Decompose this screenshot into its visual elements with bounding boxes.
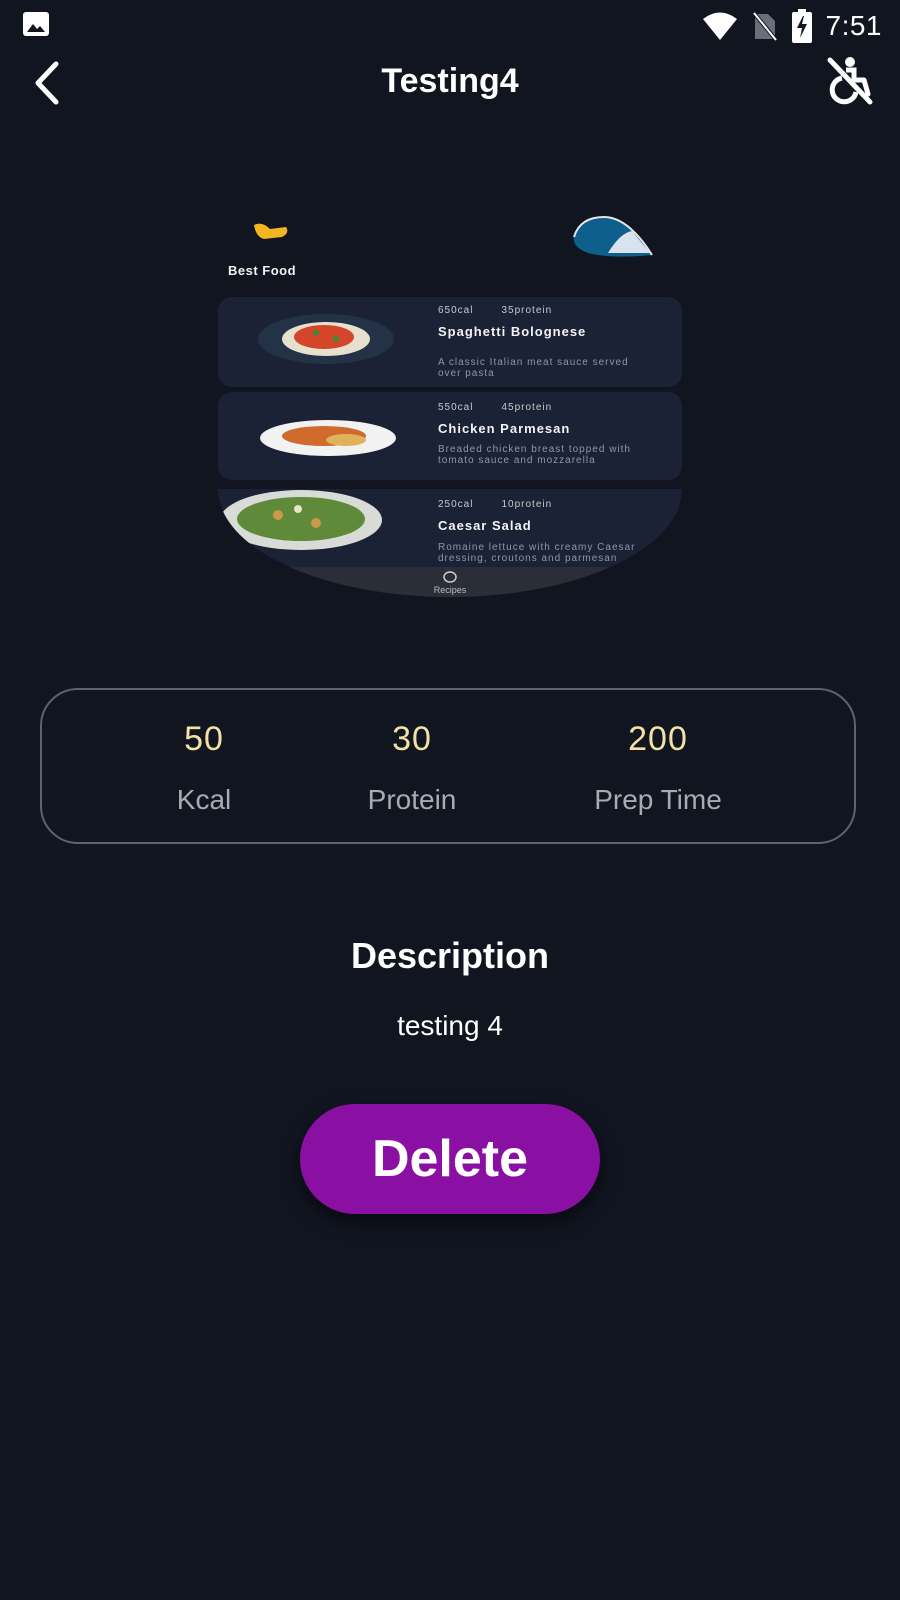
preview-brand: Best Food [228, 263, 297, 278]
image-icon [23, 12, 49, 36]
status-time: 7:51 [825, 10, 882, 41]
recipes-icon [443, 571, 457, 583]
preview-item-meta: 650cal 35protein [438, 305, 553, 316]
no-sim-icon [751, 10, 778, 42]
app-bar: Testing4 [0, 50, 900, 114]
stat-value: 200 [628, 720, 688, 758]
spaghetti-plate-image [258, 314, 394, 364]
preview-item-meta: 250cal 10protein [438, 499, 553, 510]
stat-value: 30 [392, 720, 432, 758]
preview-item-name: Caesar Salad [438, 518, 532, 533]
preview-item-name: Chicken Parmesan [438, 421, 571, 436]
preview-header: Best Food [218, 205, 682, 285]
stat-label: Kcal [176, 784, 232, 815]
wifi-icon [702, 12, 737, 40]
waving-hand-icon [254, 223, 288, 239]
recipe-preview-image: Best Food 650cal 35protein Spaghetti Bolo… [218, 205, 682, 597]
stat-label: Protein [367, 784, 457, 815]
caesar-salad-plate-image [220, 490, 382, 550]
stat-label: Prep Time [594, 784, 722, 815]
preview-nav-label: Recipes [433, 585, 467, 595]
preview-item-desc: A classic Italian meat sauce served over… [438, 357, 629, 379]
accessibility-off-icon[interactable] [824, 54, 876, 106]
battery-charging-icon [791, 9, 812, 43]
preview-item-name: Spaghetti Bolognese [438, 324, 587, 339]
preview-bottom-nav: Recipes [218, 567, 682, 597]
preview-item-meta: 550cal 45protein [438, 402, 553, 413]
avatar-icon [573, 215, 653, 257]
stat-value: 50 [184, 720, 224, 758]
description-text: testing 4 [397, 1010, 503, 1041]
preview-item: 550cal 45protein Chicken Parmesan Breaded… [218, 392, 682, 480]
status-bar: 7:51 [0, 0, 900, 50]
preview-item: 250cal 10protein Caesar Salad Romaine let… [218, 489, 682, 597]
delete-button[interactable]: Delete [300, 1104, 600, 1214]
chicken-parmesan-plate-image [260, 420, 396, 456]
preview-item-desc: Breaded chicken breast topped with tomat… [438, 444, 631, 466]
preview-item: 650cal 35protein Spaghetti Bolognese A cl… [218, 297, 682, 387]
preview-item-desc: Romaine lettuce with creamy Caesar dress… [438, 542, 636, 564]
nutrition-stats-card: 50 Kcal 30 Protein 200 Prep Time [40, 688, 856, 844]
page-title: Testing4 [381, 62, 519, 100]
description-heading: Description [350, 935, 550, 976]
